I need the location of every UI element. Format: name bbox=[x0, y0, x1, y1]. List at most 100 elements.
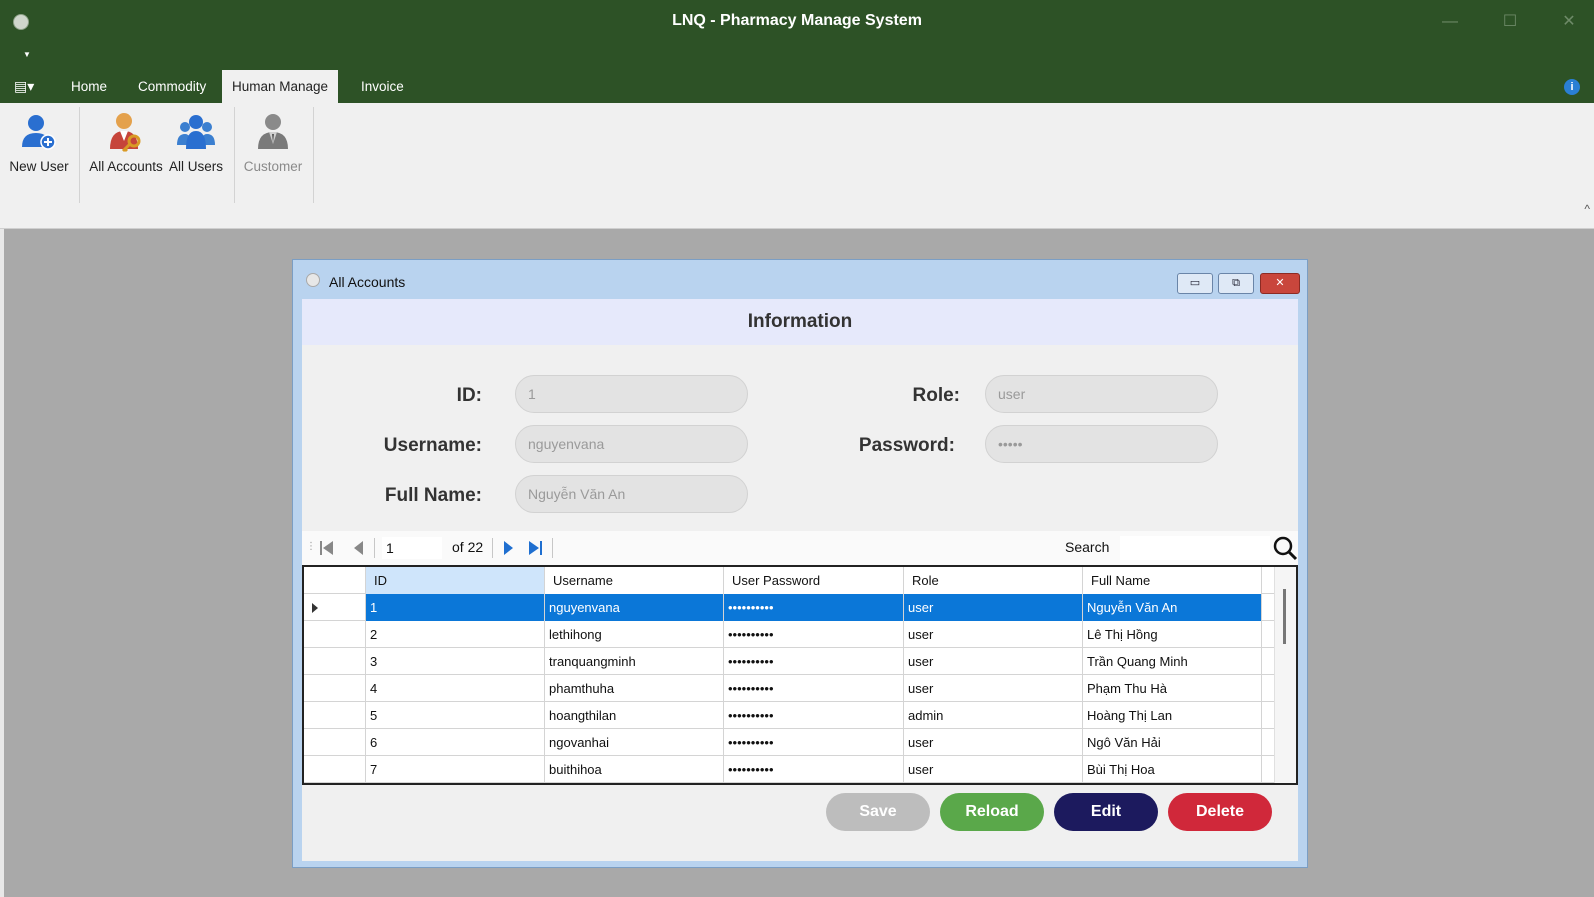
tab-human-manage[interactable]: Human Manage bbox=[222, 70, 339, 103]
cell-role[interactable]: user bbox=[904, 621, 1083, 648]
child-minimize-button[interactable]: ▭ bbox=[1177, 273, 1213, 294]
first-record-icon[interactable] bbox=[318, 539, 336, 557]
role-field[interactable]: user bbox=[985, 375, 1218, 413]
row-header[interactable] bbox=[304, 675, 366, 702]
info-icon[interactable]: i bbox=[1564, 79, 1580, 95]
col-header-user-password[interactable]: User Password bbox=[724, 567, 904, 594]
scrollbar-thumb[interactable] bbox=[1283, 589, 1286, 644]
mdi-left-border bbox=[0, 229, 4, 897]
table-row[interactable]: 6 ngovanhai •••••••••• user Ngô Văn Hải bbox=[304, 729, 1296, 756]
cell-role[interactable]: user bbox=[904, 675, 1083, 702]
next-record-icon[interactable] bbox=[499, 539, 517, 557]
all-accounts-label: All Accounts bbox=[89, 159, 163, 174]
row-header[interactable] bbox=[304, 702, 366, 729]
cell-password[interactable]: •••••••••• bbox=[724, 702, 904, 729]
child-restore-button[interactable]: ⧉ bbox=[1218, 273, 1254, 294]
password-field[interactable]: ••••• bbox=[985, 425, 1218, 463]
edit-button[interactable]: Edit bbox=[1054, 793, 1158, 831]
window-icon bbox=[306, 273, 320, 287]
delete-button[interactable]: Delete bbox=[1168, 793, 1272, 831]
all-users-button[interactable]: All Users bbox=[166, 111, 226, 174]
cell-username[interactable]: phamthuha bbox=[545, 675, 724, 702]
cell-password[interactable]: •••••••••• bbox=[724, 621, 904, 648]
position-input[interactable]: 1 bbox=[382, 537, 442, 559]
tab-commodity[interactable]: Commodity bbox=[128, 70, 216, 103]
nav-separator bbox=[374, 538, 375, 558]
table-row[interactable]: 4 phamthuha •••••••••• user Phạm Thu Hà bbox=[304, 675, 1296, 702]
table-row[interactable]: 7 buithihoa •••••••••• user Bùi Thị Hoa bbox=[304, 756, 1296, 783]
minimize-button[interactable]: — bbox=[1438, 10, 1462, 34]
all-accounts-button[interactable]: All Accounts bbox=[88, 111, 164, 174]
row-header[interactable] bbox=[304, 648, 366, 675]
cell-password[interactable]: •••••••••• bbox=[724, 594, 904, 621]
cell-id[interactable]: 5 bbox=[366, 702, 545, 729]
cell-role[interactable]: user bbox=[904, 729, 1083, 756]
new-user-button[interactable]: New User bbox=[9, 111, 69, 174]
table-row[interactable]: 1 nguyenvana •••••••••• user Nguyễn Văn … bbox=[304, 594, 1296, 621]
all-accounts-window: All Accounts ▭ ⧉ ✕ Information ID: 1 Use… bbox=[292, 259, 1308, 868]
all-users-label: All Users bbox=[168, 159, 223, 174]
save-button[interactable]: Save bbox=[826, 793, 930, 831]
cell-full-name[interactable]: Nguyễn Văn An bbox=[1083, 594, 1262, 621]
cell-full-name[interactable]: Phạm Thu Hà bbox=[1083, 675, 1262, 702]
cell-role[interactable]: admin bbox=[904, 702, 1083, 729]
cell-full-name[interactable]: Bùi Thị Hoa bbox=[1083, 756, 1262, 783]
cell-id[interactable]: 3 bbox=[366, 648, 545, 675]
cell-full-name[interactable]: Lê Thị Hồng bbox=[1083, 621, 1262, 648]
tab-invoice[interactable]: Invoice bbox=[351, 70, 414, 103]
cell-id[interactable]: 2 bbox=[366, 621, 545, 648]
cell-password[interactable]: •••••••••• bbox=[724, 675, 904, 702]
cell-full-name[interactable]: Trần Quang Minh bbox=[1083, 648, 1262, 675]
cell-id[interactable]: 7 bbox=[366, 756, 545, 783]
cell-username[interactable]: nguyenvana bbox=[545, 594, 724, 621]
cell-id[interactable]: 6 bbox=[366, 729, 545, 756]
table-row[interactable]: 3 tranquangminh •••••••••• user Trần Qua… bbox=[304, 648, 1296, 675]
row-header[interactable] bbox=[304, 621, 366, 648]
cell-role[interactable]: user bbox=[904, 756, 1083, 783]
table-row[interactable]: 2 lethihong •••••••••• user Lê Thị Hồng bbox=[304, 621, 1296, 648]
search-icon[interactable] bbox=[1272, 535, 1298, 561]
tab-home[interactable]: Home bbox=[61, 70, 117, 103]
child-title-bar[interactable]: All Accounts ▭ ⧉ ✕ bbox=[293, 260, 1307, 299]
fullname-field[interactable]: Nguyễn Văn An bbox=[515, 475, 748, 513]
cell-username[interactable]: hoangthilan bbox=[545, 702, 724, 729]
collapse-ribbon-icon[interactable]: ^ bbox=[1584, 202, 1590, 216]
cell-username[interactable]: lethihong bbox=[545, 621, 724, 648]
reload-button[interactable]: Reload bbox=[940, 793, 1044, 831]
customer-button[interactable]: Customer bbox=[242, 111, 304, 174]
cell-username[interactable]: ngovanhai bbox=[545, 729, 724, 756]
cell-role[interactable]: user bbox=[904, 594, 1083, 621]
cell-full-name[interactable]: Ngô Văn Hải bbox=[1083, 729, 1262, 756]
cell-password[interactable]: •••••••••• bbox=[724, 729, 904, 756]
table-row[interactable]: 5 hoangthilan •••••••••• admin Hoàng Thị… bbox=[304, 702, 1296, 729]
id-field[interactable]: 1 bbox=[515, 375, 748, 413]
last-record-icon[interactable] bbox=[526, 539, 544, 557]
col-header-username[interactable]: Username bbox=[545, 567, 724, 594]
row-header[interactable] bbox=[304, 729, 366, 756]
cell-password[interactable]: •••••••••• bbox=[724, 756, 904, 783]
close-button[interactable]: ✕ bbox=[1557, 10, 1581, 34]
col-header-full-name[interactable]: Full Name bbox=[1083, 567, 1262, 594]
accounts-grid[interactable]: ID Username User Password Role Full Name… bbox=[302, 565, 1298, 785]
maximize-button[interactable]: ☐ bbox=[1498, 10, 1522, 34]
previous-record-icon[interactable] bbox=[350, 539, 368, 557]
grid-vertical-scrollbar[interactable] bbox=[1274, 567, 1296, 783]
app-title: LNQ - Pharmacy Manage System bbox=[672, 12, 922, 29]
cell-full-name[interactable]: Hoàng Thị Lan bbox=[1083, 702, 1262, 729]
cell-role[interactable]: user bbox=[904, 648, 1083, 675]
col-header-role[interactable]: Role bbox=[904, 567, 1083, 594]
row-header[interactable] bbox=[304, 594, 366, 621]
quick-access-dropdown-icon[interactable]: ▼ bbox=[23, 50, 31, 59]
cell-id[interactable]: 4 bbox=[366, 675, 545, 702]
cell-password[interactable]: •••••••••• bbox=[724, 648, 904, 675]
col-header-id[interactable]: ID bbox=[366, 567, 545, 594]
cell-username[interactable]: buithihoa bbox=[545, 756, 724, 783]
cell-id[interactable]: 1 bbox=[366, 594, 545, 621]
child-close-button[interactable]: ✕ bbox=[1260, 273, 1300, 294]
username-field[interactable]: nguyenvana bbox=[515, 425, 748, 463]
quick-access-toolbar bbox=[0, 44, 1594, 70]
search-input[interactable] bbox=[1120, 536, 1270, 560]
app-menu-icon[interactable]: ▤▾ bbox=[14, 78, 34, 95]
cell-username[interactable]: tranquangminh bbox=[545, 648, 724, 675]
row-header[interactable] bbox=[304, 756, 366, 783]
